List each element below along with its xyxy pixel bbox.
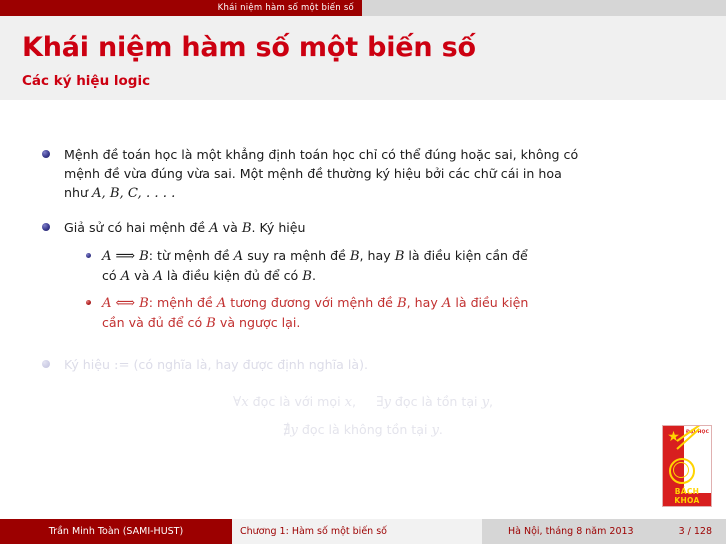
list-item-dimmed: Ký hiệu := (có nghĩa là, hay được định n… [42,355,702,375]
sub1-line2-t4: . [311,268,316,283]
math-var-y2: y [481,395,490,410]
slide-content: Mệnh đề toán học là một khẳng định toán … [0,100,726,518]
bullet-point-icon [42,223,50,231]
math-var-y: y [383,395,391,410]
math-var-x: x [241,395,249,410]
footer-page-number: 3 / 128 [678,526,712,537]
nav-section-active[interactable]: Khái niệm hàm số một biến số [0,0,362,16]
sub2-math-b2: B [396,296,407,311]
sub2-t4: là điều kiện [451,295,529,310]
sub2-t2: tương đương với mệnh đề [226,295,397,310]
sub1-line2-b: B [302,269,312,284]
sub-list-item: A ⟹ B: từ mệnh đề A suy ra mệnh đề B, ha… [86,246,686,286]
sub1-t2: suy ra mệnh đề [243,248,350,263]
not-exists-text-2: . [438,422,443,437]
sub-list-item-text: A ⟺ B: mệnh đề A tương đương với mệnh đề… [102,293,702,333]
sub1-line2-a2: A [153,269,163,284]
navigation-bar: Khái niệm hàm số một biến số [0,0,726,16]
footer-right-section: Hà Nội, tháng 8 năm 2013 3 / 128 [482,519,726,544]
list-item-text: Ký hiệu := (có nghĩa là, hay được định n… [64,355,724,375]
item1-line3-prefix: như [64,185,92,200]
forall-text-2: , [352,394,357,409]
sub2-math-a2: A [216,296,227,311]
page-subtitle: Các ký hiệu logic [22,73,151,89]
sub2-math-a: A [102,296,112,311]
item3-suffix: (có nghĩa là, hay được định nghĩa là). [129,357,368,372]
sub1-t3: , hay [359,248,395,263]
list-item-text: Giả sử có hai mệnh đề A và B. Ký hiệu [64,218,724,238]
exists-text-2: , [489,394,494,409]
sub2-line2-t1: cần và đủ để có [102,315,207,330]
item2-suffix: . Ký hiệu [251,220,306,235]
bullet-point-icon [42,150,50,158]
sub1-line2-t2: và [130,268,154,283]
footer-author: Trần Minh Toàn (SAMI-HUST) [0,519,232,544]
logo-band-text: BÁCH KHOA [674,487,700,505]
sub1-line2-a: A [120,269,131,284]
sub1-math-a: A [102,249,112,264]
slide-title-block: Khái niệm hàm số một biến số Các ký hiệu… [0,16,726,100]
sub2-line2-t2: và ngược lại. [215,315,301,330]
university-logo: ★ ĐẠI HỌC BÁCH KHOA [662,425,712,507]
list-item-text: Mệnh đề toán học là một khẳng định toán … [64,145,724,203]
sub2-line2-b: B [206,316,216,331]
nav-section-label: Khái niệm hàm số một biến số [217,3,354,13]
item1-line3-math: A, B, C, . . . . [91,186,176,201]
definition-symbol: := [114,358,130,373]
not-exists-text-1: đọc là không tồn tại [297,422,432,437]
page-title: Khái niệm hàm số một biến số [22,32,476,63]
sub2-math-b: B [139,296,149,311]
sub1-math-b2: B [349,249,360,264]
sub2-t3: , hay [406,295,442,310]
forall-icon: ∀ [232,394,242,410]
sub1-line2-t3: là điều kiện đủ để có [162,268,303,283]
sub2-math-a3: A [441,296,452,311]
item1-line2: mệnh đề vừa đúng vừa sai. Một mệnh đề th… [64,166,562,181]
quantifier-line-1: ∀x đọc là với mọi x, ∃y đọc là tồn tại y… [0,392,726,413]
implies-arrow-icon: ⟹ [115,248,136,264]
footer-chapter: Chương 1: Hàm số một biến số [232,519,482,544]
exists-text-1: đọc là tồn tại [390,394,482,409]
item2-math-b: B [241,221,252,236]
forall-text-1: đọc là với mọi [248,394,345,409]
math-var-y4: y [431,423,439,438]
list-item: Giả sử có hai mệnh đề A và B. Ký hiệu [42,218,702,238]
item2-math-a: A [209,221,219,236]
sub2-t1: : mệnh đề [148,295,217,310]
sub-bullet-point-icon [86,253,91,258]
sub1-math-b3: B [394,249,405,264]
item2-prefix: Giả sử có hai mệnh đề [64,220,210,235]
bullet-point-icon [42,360,50,368]
math-var-y3: y [290,423,298,438]
sub-bullet-point-icon [86,300,91,305]
sub-list-item-text: A ⟹ B: từ mệnh đề A suy ra mệnh đề B, ha… [102,246,702,286]
logo-compass-inner-icon [673,462,689,478]
sub1-t1: : từ mệnh đề [148,248,234,263]
sub-list-item-highlighted: A ⟺ B: mệnh đề A tương đương với mệnh đề… [86,293,686,333]
sub1-math-a2: A [233,249,244,264]
list-item: Mệnh đề toán học là một khẳng định toán … [42,145,702,203]
footer-date: Hà Nội, tháng 8 năm 2013 [508,526,634,537]
item2-mid: và [218,220,242,235]
iff-arrow-icon: ⟺ [115,295,136,311]
item1-line1: Mệnh đề toán học là một khẳng định toán … [64,147,579,162]
sub1-t4: là điều kiện cần để [404,248,528,263]
sub1-line2-t1: có [102,268,121,283]
sub1-math-b: B [139,249,149,264]
item3-prefix: Ký hiệu [64,357,115,372]
quantifier-line-2: ∄y đọc là không tồn tại y. [0,420,726,441]
slide-footer: Trần Minh Toàn (SAMI-HUST) Chương 1: Hàm… [0,519,726,544]
math-var-x2: x [344,395,353,410]
